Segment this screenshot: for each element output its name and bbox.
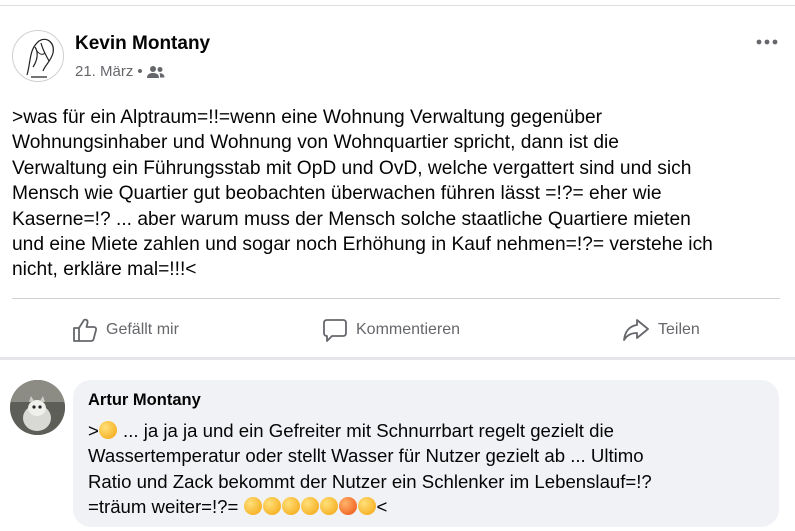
comment-suffix: < bbox=[376, 495, 388, 517]
comments-separator bbox=[0, 357, 795, 360]
comment-bubble: Artur Montany > ... ja ja ja und ein Gef… bbox=[73, 380, 779, 527]
post-header: Kevin Montany 21. März • bbox=[12, 30, 782, 86]
share-button[interactable]: Teilen bbox=[622, 312, 700, 348]
like-label: Gefällt mir bbox=[106, 321, 179, 338]
share-label: Teilen bbox=[658, 321, 700, 338]
post-author-name[interactable]: Kevin Montany bbox=[75, 33, 210, 55]
comment-author-name[interactable]: Artur Montany bbox=[88, 391, 201, 410]
friends-icon[interactable] bbox=[146, 65, 165, 79]
top-border bbox=[0, 5, 795, 6]
relieved-face-emoji-icon bbox=[300, 496, 319, 515]
post-date[interactable]: 21. März bbox=[75, 63, 133, 80]
comment-text: > ... ja ja ja und ein Gefreiter mit Sch… bbox=[88, 418, 768, 519]
more-options-button[interactable] bbox=[752, 30, 782, 54]
like-button[interactable]: Gefällt mir bbox=[72, 312, 179, 348]
flushed-face-emoji-icon bbox=[338, 496, 357, 515]
thumbs-up-icon bbox=[73, 318, 98, 342]
post-meta: 21. März • bbox=[75, 63, 165, 80]
rolling-eyes-emoji-icon bbox=[357, 496, 376, 515]
share-icon bbox=[623, 319, 649, 341]
yawning-face-emoji-icon bbox=[98, 421, 117, 439]
author-avatar[interactable] bbox=[12, 30, 64, 82]
astonished-face-emoji-icon bbox=[262, 496, 281, 515]
meta-separator: • bbox=[137, 63, 143, 80]
comment-prefix: > bbox=[88, 420, 99, 441]
comment-button[interactable]: Kommentieren bbox=[322, 312, 460, 348]
more-horizontal-icon bbox=[756, 39, 778, 45]
post-text: >was für ein Alptraum=!!=wenn eine Wohnu… bbox=[12, 107, 713, 281]
comment-label: Kommentieren bbox=[356, 321, 461, 338]
comment-text-line1: ... ja ja ja und ein Gefreiter mit Schnu… bbox=[117, 420, 614, 441]
post-actions: Gefällt mir Kommentieren Teilen bbox=[0, 312, 795, 348]
grimacing-face-emoji-icon bbox=[281, 496, 300, 515]
comment-icon bbox=[323, 319, 347, 342]
commenter-avatar[interactable] bbox=[10, 380, 65, 435]
actions-divider bbox=[12, 298, 780, 299]
upside-down-face-emoji-icon bbox=[319, 496, 338, 515]
tired-face-emoji-icon bbox=[243, 496, 262, 515]
